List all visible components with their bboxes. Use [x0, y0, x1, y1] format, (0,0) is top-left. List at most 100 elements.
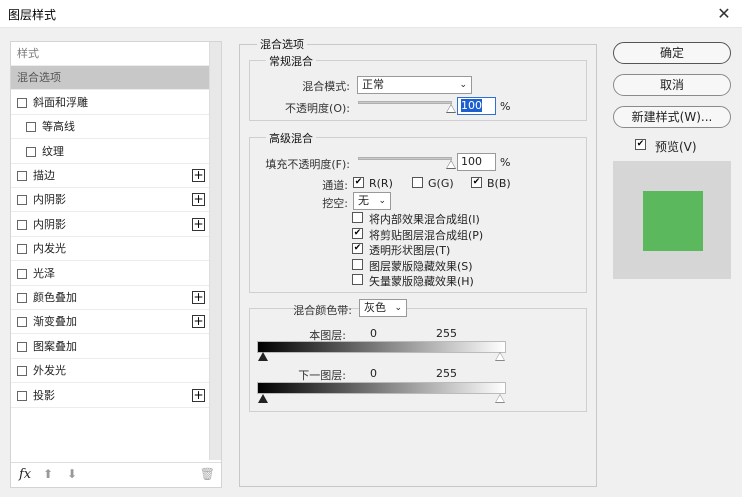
under-layer-min: 0: [370, 367, 377, 380]
blend-if-select[interactable]: 灰色 ⌄: [359, 299, 407, 317]
style-item-label: 外发光: [33, 364, 66, 378]
window-title: 图层样式: [8, 8, 57, 22]
style-item[interactable]: 内发光: [11, 237, 209, 262]
fill-opacity-slider-thumb[interactable]: [446, 160, 456, 169]
chevron-down-icon: ⌄: [459, 80, 467, 90]
opacity-slider-thumb[interactable]: [446, 104, 456, 113]
style-item-label: 描边: [33, 169, 55, 182]
style-checkbox[interactable]: [17, 171, 27, 181]
advanced-option-label: 矢量蒙版隐藏效果(H): [369, 275, 474, 288]
style-item-label: 光泽: [33, 266, 55, 280]
trash-icon[interactable]: 🗑: [200, 467, 215, 481]
fill-opacity-label: 填充不透明度(F):: [265, 158, 350, 171]
new-style-button[interactable]: 新建样式(W)...: [613, 106, 731, 128]
style-item-label: 纹理: [42, 144, 64, 158]
style-checkbox[interactable]: [26, 146, 36, 157]
move-up-icon[interactable]: ⬆: [43, 467, 53, 481]
under-layer-white-stop[interactable]: [495, 394, 505, 403]
style-item: 样式: [11, 42, 209, 66]
style-item[interactable]: 颜色叠加 +: [11, 286, 209, 310]
advanced-option-checkbox[interactable]: ✔: [352, 227, 363, 239]
style-item-label: 斜面和浮雕: [33, 95, 88, 109]
add-icon[interactable]: +: [192, 315, 205, 329]
style-checkbox[interactable]: [26, 122, 36, 133]
style-item-label: 颜色叠加: [33, 291, 77, 304]
under-layer-gradient: [257, 382, 506, 394]
this-layer-black-stop[interactable]: [258, 352, 268, 361]
style-item-label: 内阴影: [33, 217, 66, 231]
style-item-label: 内发光: [33, 242, 66, 256]
blend-if-group: [249, 308, 587, 412]
channel-g-label: G(G): [428, 177, 454, 190]
style-checkbox[interactable]: [17, 366, 27, 377]
style-item[interactable]: 图案叠加: [11, 335, 209, 359]
move-down-icon[interactable]: ⬇: [67, 467, 77, 481]
advanced-option-checkbox[interactable]: ✔: [352, 243, 363, 254]
style-item[interactable]: 混合选项: [11, 66, 209, 91]
blend-if-label: 混合颜色带:: [293, 304, 352, 317]
style-checkbox[interactable]: [17, 219, 27, 230]
channels-label: 通道:: [322, 179, 348, 192]
channel-g-checkbox[interactable]: [412, 177, 423, 188]
style-checkbox[interactable]: [17, 268, 27, 279]
add-icon[interactable]: +: [192, 169, 205, 182]
style-item[interactable]: 内阴影 +: [11, 188, 209, 213]
style-checkbox[interactable]: [17, 293, 27, 303]
opacity-input[interactable]: 100: [457, 97, 496, 115]
style-checkbox[interactable]: [17, 97, 27, 108]
style-checkbox[interactable]: [17, 195, 27, 206]
style-item[interactable]: 光泽: [11, 262, 209, 286]
advanced-option-label: 图层蒙版隐藏效果(S): [369, 259, 473, 273]
advanced-option-checkbox[interactable]: [352, 212, 363, 223]
close-icon[interactable]: ✕: [712, 2, 736, 26]
fx-icon[interactable]: fx: [19, 467, 31, 482]
knockout-select[interactable]: 无 ⌄: [353, 192, 391, 210]
style-checkbox[interactable]: [17, 341, 27, 352]
style-item[interactable]: 描边 +: [11, 164, 209, 188]
style-item-label: 等高线: [42, 120, 75, 134]
preview-swatch: [643, 191, 703, 251]
add-icon[interactable]: +: [192, 217, 205, 231]
opacity-slider[interactable]: [358, 101, 452, 104]
channel-r-label: R(R): [369, 177, 393, 190]
blend-mode-select[interactable]: 正常 ⌄: [357, 76, 472, 94]
channel-b-checkbox[interactable]: ✔: [471, 177, 482, 188]
style-item[interactable]: 投影 +: [11, 384, 209, 408]
this-layer-white-stop[interactable]: [495, 352, 505, 361]
fill-opacity-slider[interactable]: [358, 157, 452, 160]
under-layer-black-stop[interactable]: [258, 394, 268, 403]
style-item[interactable]: 内阴影 +: [11, 213, 209, 237]
style-item-label: 图案叠加: [33, 339, 77, 353]
styles-scrollbar[interactable]: [209, 42, 221, 460]
add-icon[interactable]: +: [192, 388, 205, 402]
style-item[interactable]: 斜面和浮雕: [11, 91, 209, 115]
advanced-option-label: 将内部效果混合成组(I): [369, 213, 480, 226]
fill-opacity-input[interactable]: 100: [457, 153, 496, 171]
add-icon[interactable]: +: [192, 193, 205, 207]
preview-checkbox[interactable]: ✔: [635, 139, 646, 150]
advanced-option-checkbox[interactable]: [352, 258, 363, 270]
styles-footer: fx ⬆ ⬇ 🗑: [11, 462, 221, 488]
style-checkbox[interactable]: [17, 390, 27, 401]
styles-panel: 样式 混合选项 斜面和浮雕 等高线 纹理 描边 + 内阴影 + 内阴影 + 内发光 光泽 颜色叠加 + 渐变叠…: [10, 41, 222, 488]
style-checkbox[interactable]: [17, 244, 27, 255]
style-item[interactable]: 外发光: [11, 359, 209, 384]
add-icon[interactable]: +: [192, 291, 205, 304]
ok-button[interactable]: 确定: [613, 42, 731, 64]
preview-box: [613, 161, 731, 279]
style-item[interactable]: 渐变叠加 +: [11, 310, 209, 335]
fill-opacity-percent: %: [500, 156, 511, 169]
advanced-option-label: 透明形状图层(T): [369, 244, 451, 257]
this-layer-min: 0: [370, 327, 377, 340]
under-layer-label: 下一图层:: [298, 369, 346, 382]
style-item[interactable]: 等高线: [11, 115, 209, 140]
opacity-label: 不透明度(O):: [285, 102, 350, 115]
channel-r-checkbox[interactable]: ✔: [353, 177, 364, 188]
this-layer-gradient: [257, 341, 506, 353]
cancel-button[interactable]: 取消: [613, 74, 731, 96]
advanced-option-checkbox[interactable]: [352, 274, 363, 285]
style-checkbox[interactable]: [17, 317, 27, 328]
title-bar: 图层样式 ✕: [0, 0, 742, 28]
style-item[interactable]: 纹理: [11, 140, 209, 164]
channel-b-label: B(B): [487, 177, 511, 190]
